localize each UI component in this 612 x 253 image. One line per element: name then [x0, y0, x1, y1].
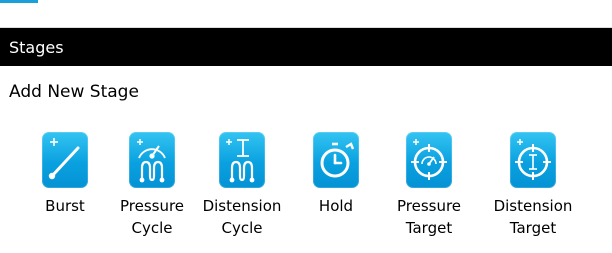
burst-stage-button[interactable]: Burst	[20, 132, 110, 250]
distension-cycle-icon	[219, 132, 265, 188]
pressure-cycle-stage-button[interactable]: Pressure Cycle	[107, 132, 197, 250]
add-new-stage-heading: Add New Stage	[9, 82, 139, 102]
pressure-target-icon	[406, 132, 452, 188]
top-strip	[0, 0, 612, 28]
stage-label: Pressure Cycle	[119, 197, 185, 237]
distension-target-icon	[510, 132, 556, 188]
pressure-target-stage-button[interactable]: Pressure Target	[384, 132, 474, 250]
stage-label: Distension Target	[493, 197, 573, 237]
stage-label: Burst	[45, 197, 85, 215]
panel-title: Stages	[9, 37, 64, 57]
stage-label: Hold	[318, 197, 354, 215]
hold-stage-button[interactable]: Hold	[291, 132, 381, 250]
top-accent-bar	[0, 0, 38, 3]
stage-label: Distension Cycle	[202, 197, 282, 237]
stages-window: Stages Add New Stage Burst Pressure Cycl…	[0, 0, 612, 253]
stages-panel-header: Stages	[0, 28, 612, 66]
hold-icon	[313, 132, 359, 188]
burst-icon	[42, 132, 88, 188]
pressure-cycle-icon	[129, 132, 175, 188]
distension-cycle-stage-button[interactable]: Distension Cycle	[197, 132, 287, 250]
distension-target-stage-button[interactable]: Distension Target	[488, 132, 578, 250]
stage-label: Pressure Target	[396, 197, 462, 237]
